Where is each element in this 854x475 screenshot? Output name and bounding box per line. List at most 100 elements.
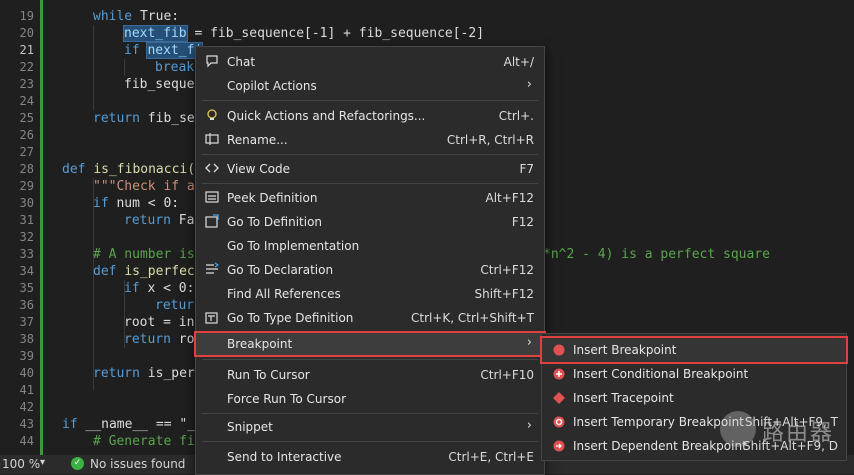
line-number: 42 (19, 400, 34, 414)
context-menu: Chat Alt+/ Copilot Actions › Quick Actio… (194, 46, 546, 475)
menu-item-go-to-definition[interactable]: Go To Definition F12 (196, 211, 544, 233)
submenu-item-insert-conditional-breakpoint[interactable]: Insert Conditional Breakpoint (542, 362, 846, 386)
indent-guide (93, 25, 94, 110)
watermark-logo: 路由器 (718, 409, 854, 455)
line-number: 21 (19, 43, 34, 57)
menu-item-go-to-type-definition[interactable]: Go To Type Definition Ctrl+K, Ctrl+Shift… (196, 307, 544, 329)
code-line: if next_fi (124, 42, 204, 59)
line-number: 22 (19, 60, 34, 74)
menu-separator (202, 183, 538, 184)
line-number: 33 (19, 247, 34, 261)
code-line: return fib_seq (93, 111, 203, 126)
menu-item-breakpoint[interactable]: Breakpoint › (194, 331, 546, 357)
rename-icon (204, 132, 220, 148)
line-number: 27 (19, 145, 34, 159)
peek-icon (204, 190, 220, 206)
conditional-breakpoint-icon (553, 368, 565, 380)
code-line: # Generate fi (93, 434, 195, 449)
code-line: retur (155, 298, 195, 313)
menu-separator (202, 359, 538, 360)
goto-definition-icon (204, 214, 220, 230)
menu-item-rename[interactable]: Rename... Ctrl+R, Ctrl+R (196, 129, 544, 151)
chat-icon (204, 54, 220, 70)
submenu-item-insert-tracepoint[interactable]: Insert Tracepoint (542, 386, 846, 410)
line-number: 23 (19, 77, 34, 91)
menu-item-peek-definition[interactable]: Peek Definition Alt+F12 (196, 187, 544, 209)
zoom-level[interactable]: 100 % (2, 457, 40, 471)
dependent-breakpoint-icon (553, 440, 565, 452)
code-line: """Check if a (93, 179, 195, 194)
line-number: 35 (19, 281, 34, 295)
line-number: 19 (19, 9, 34, 23)
code-line: next_fib = fib_sequence[-1] + fib_sequen… (123, 25, 485, 42)
chevron-right-icon: › (526, 335, 532, 350)
line-number: 34 (19, 264, 34, 278)
menu-item-go-to-implementation[interactable]: Go To Implementation (196, 235, 544, 257)
code-icon (204, 161, 220, 177)
line-number: 40 (19, 366, 34, 380)
menu-item-run-to-cursor[interactable]: Run To Cursor Ctrl+F10 (196, 364, 544, 386)
chevron-right-icon: › (526, 77, 532, 92)
code-line: if __name__ == "_ (62, 417, 196, 432)
issues-status[interactable]: ✓ No issues found (71, 457, 186, 471)
line-number: 39 (19, 349, 34, 363)
submenu-item-insert-breakpoint[interactable]: Insert Breakpoint (540, 336, 848, 364)
line-number: 38 (19, 332, 34, 346)
line-number: 28 (19, 162, 34, 176)
goto-declaration-icon (204, 262, 220, 278)
menu-item-send-to-interactive[interactable]: Send to Interactive Ctrl+E, Ctrl+E (196, 446, 544, 468)
line-number: 25 (19, 111, 34, 125)
code-line: fib_seque (124, 77, 195, 92)
code-line: return Fal (124, 213, 203, 228)
line-number: 43 (19, 417, 34, 431)
code-line: while True: (93, 9, 180, 24)
breakpoint-icon (553, 344, 565, 356)
line-number: 36 (19, 298, 34, 312)
line-number: 31 (19, 213, 34, 227)
line-number: 32 (19, 230, 34, 244)
menu-item-quick-actions[interactable]: Quick Actions and Refactorings... Ctrl+. (196, 105, 544, 127)
menu-item-copilot-actions[interactable]: Copilot Actions › (196, 75, 544, 97)
menu-item-find-all-references[interactable]: Find All References Shift+F12 (196, 283, 544, 305)
menu-separator (202, 413, 538, 414)
menu-item-chat[interactable]: Chat Alt+/ (196, 51, 544, 73)
code-line: # A number is (93, 247, 195, 262)
code-line: def is_fibonacci( (62, 162, 196, 177)
tracepoint-icon (553, 392, 565, 404)
line-number-gutter: 19 20 21 22 23 24 25 26 27 28 29 30 31 3… (0, 0, 44, 455)
menu-separator (202, 154, 538, 155)
menu-separator (202, 441, 538, 442)
menu-separator (202, 100, 538, 101)
check-circle-icon: ✓ (71, 457, 84, 470)
line-number: 24 (19, 94, 34, 108)
change-indicator-bar (40, 0, 43, 455)
temporary-breakpoint-icon (553, 416, 565, 428)
code-line: root = int (124, 315, 203, 330)
line-number: 26 (19, 128, 34, 142)
line-number: 37 (19, 315, 34, 329)
code-line: break (155, 60, 195, 75)
line-number: 29 (19, 179, 34, 193)
code-line: def is_perfect (93, 264, 203, 279)
line-number: 41 (19, 383, 34, 397)
menu-item-snippet[interactable]: Snippet › (196, 416, 544, 438)
router-icon (720, 411, 756, 447)
watermark-text: 路由器 (762, 421, 835, 446)
type-definition-icon (204, 310, 220, 326)
indent-guide (124, 59, 125, 76)
menu-item-view-code[interactable]: View Code F7 (196, 158, 544, 180)
code-line: return roo (124, 332, 203, 347)
chevron-down-icon[interactable]: ▾ (40, 457, 45, 468)
menu-item-force-run-to-cursor[interactable]: Force Run To Cursor (196, 388, 544, 410)
line-number: 44 (19, 434, 34, 448)
menu-item-go-to-declaration[interactable]: Go To Declaration Ctrl+F12 (196, 259, 544, 281)
code-line: *n^2 - 4) is a perfect square (543, 247, 770, 262)
chevron-right-icon: › (526, 418, 532, 433)
issues-status-label: No issues found (90, 457, 186, 471)
line-number: 20 (19, 26, 34, 40)
code-line: if x < 0: (124, 281, 195, 296)
code-line: if num < 0: (93, 196, 180, 211)
line-number: 30 (19, 196, 34, 210)
code-line: return is_per (93, 366, 195, 381)
lightbulb-icon (204, 108, 220, 124)
